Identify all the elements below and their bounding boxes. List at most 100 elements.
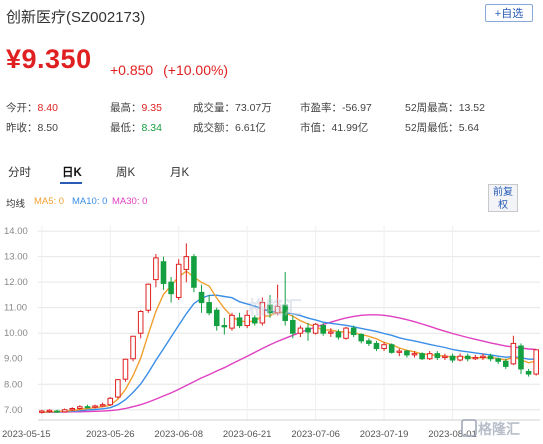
stat-item: 今开：8.40 <box>6 100 58 115</box>
candle-body <box>510 342 517 365</box>
candle-body <box>130 335 136 360</box>
candle-body <box>320 325 327 334</box>
candle-body <box>525 371 532 375</box>
candle-body <box>487 355 494 360</box>
stat-label: 成交量： <box>193 102 235 114</box>
x-tick-label: 2023-06-08 <box>154 429 203 440</box>
candle-body <box>115 379 121 398</box>
candle-body <box>160 261 167 284</box>
candle-body <box>312 323 319 334</box>
stat-item: 52周最低：5.64 <box>405 120 479 135</box>
candle-body <box>335 331 342 338</box>
candle <box>130 335 136 362</box>
candle <box>419 352 425 361</box>
stat-value: 9.35 <box>141 102 162 114</box>
candle-body <box>366 340 372 344</box>
candle <box>305 323 311 341</box>
candle <box>221 317 228 335</box>
candle <box>206 294 212 316</box>
candle-body <box>426 353 433 360</box>
candle <box>525 368 532 377</box>
candle-body <box>183 256 190 270</box>
candle-body <box>99 404 106 407</box>
candle <box>84 404 91 409</box>
candlestick-chart: 14.00 13.00 12.00 11.00 10.00 9.00 8.00 7.00 202… <box>2 226 540 440</box>
candle <box>343 326 349 340</box>
stat-item: 最高：9.35 <box>110 100 162 115</box>
candle <box>229 312 235 331</box>
stat-label: 市值： <box>300 122 332 134</box>
tab-weekly-k[interactable]: 周K <box>116 164 135 180</box>
candle <box>457 353 463 362</box>
candle <box>533 349 539 376</box>
stat-value: 13.52 <box>458 102 485 114</box>
candle <box>107 397 114 406</box>
x-tick-label: 2023-06-21 <box>223 429 272 440</box>
y-tick-label: 12.00 <box>4 277 28 288</box>
legend-ma30: MA30: 0 <box>112 196 148 207</box>
x-tick-label: 2023-07-06 <box>291 429 340 440</box>
candle-body <box>464 355 471 360</box>
y-tick-label: 10.00 <box>4 328 28 339</box>
candle <box>183 243 190 283</box>
candle-body <box>495 358 501 362</box>
candle <box>518 343 524 375</box>
stat-item: 成交量：73.07万 <box>193 100 272 115</box>
stock-title: 创新医疗(SZ002173) <box>6 9 146 26</box>
candle-body <box>251 317 258 324</box>
candle <box>122 358 129 382</box>
candle <box>115 379 121 399</box>
candle <box>236 312 243 329</box>
candle <box>175 259 182 301</box>
y-tick-label: 14.00 <box>4 226 28 237</box>
active-tab-indicator <box>60 182 82 184</box>
candle-body <box>358 333 365 342</box>
x-tick-label: 2023-05-26 <box>86 429 135 440</box>
candle <box>191 254 197 293</box>
candle-body <box>191 256 197 288</box>
candle-body <box>533 349 539 375</box>
candle-body <box>236 317 243 327</box>
stat-value: 6.61亿 <box>235 122 266 134</box>
candle <box>366 338 372 346</box>
tab-intraday[interactable]: 分时 <box>8 164 31 180</box>
candle <box>426 351 433 361</box>
price-change-amount: +0.850 <box>110 62 154 78</box>
stat-value: -56.97 <box>342 102 372 114</box>
candle-body <box>457 355 463 361</box>
stat-item: 52周最高：13.52 <box>405 100 485 115</box>
adjust-mode-line1: 前复 <box>493 187 513 198</box>
candle <box>297 325 304 338</box>
candle-body <box>122 358 129 380</box>
stat-label: 最高： <box>110 102 142 114</box>
candle <box>145 283 152 313</box>
price-change-percent: (+10.00%) <box>163 62 229 78</box>
stat-item: 最低：8.34 <box>110 120 162 135</box>
tab-daily-k[interactable]: 日K <box>62 164 82 180</box>
candle-body <box>472 356 479 360</box>
candle-body <box>46 409 53 413</box>
tab-monthly-k[interactable]: 月K <box>170 164 189 180</box>
y-tick-label: 9.00 <box>4 354 23 365</box>
candle-body <box>69 408 76 411</box>
stat-item: 市盈率：-56.97 <box>300 100 372 115</box>
candle-body <box>54 410 60 413</box>
candle-body <box>404 350 410 356</box>
candle-body <box>343 327 349 339</box>
watermark-text: 格隆汇 <box>248 297 302 318</box>
candle-body <box>373 342 380 350</box>
x-tick-label: 2023-05-15 <box>2 429 51 440</box>
stat-item: 市值：41.99亿 <box>300 120 368 135</box>
add-to-watchlist-button[interactable]: +自选 <box>485 4 533 22</box>
adjust-mode-button[interactable]: 前复 权 <box>488 184 518 212</box>
stat-value: 8.34 <box>141 122 162 134</box>
stat-label: 今开： <box>6 102 38 114</box>
candle-body <box>213 309 220 327</box>
stat-label: 昨收： <box>6 122 38 134</box>
candle <box>137 310 144 339</box>
candle-body <box>350 327 357 335</box>
candle-body <box>84 406 91 409</box>
candle-body <box>206 302 212 314</box>
candle-body <box>518 345 524 370</box>
candle <box>495 357 501 364</box>
